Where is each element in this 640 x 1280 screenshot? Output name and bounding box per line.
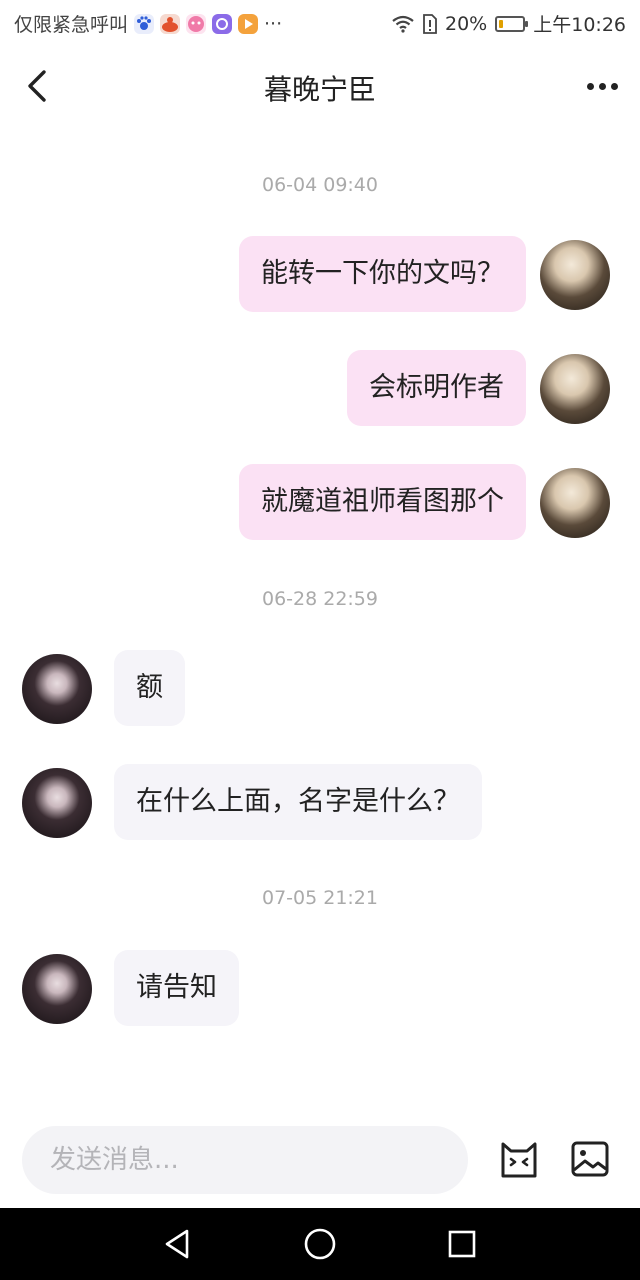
timestamp: 06-04 09:40 [261,174,378,196]
nav-home-button[interactable] [302,1226,338,1262]
battery-icon [495,15,529,32]
message-row: 能转一下你的文吗？ [0,236,640,314]
notification-icons: ··· [134,13,282,35]
received-message-bubble[interactable]: 请告知 [114,950,239,1026]
message-row: 额 [0,650,640,728]
my-avatar[interactable] [540,354,610,424]
square-recents-icon [448,1230,476,1258]
sent-message-bubble[interactable]: 能转一下你的文吗？ [239,236,526,312]
battery-percent: 20% [445,12,488,35]
sim-alert-icon [423,13,437,34]
more-dot [610,82,618,90]
baidu-icon [134,13,155,34]
contact-avatar[interactable] [22,954,92,1024]
timestamp: 07-05 21:21 [261,887,378,909]
my-avatar[interactable] [540,468,610,538]
my-avatar[interactable] [540,240,610,310]
sent-message-bubble[interactable]: 会标明作者 [347,350,526,426]
triangle-back-icon [165,1229,189,1259]
overflow-dots: ··· [264,12,283,35]
status-right: 20% 上午10:26 [391,10,626,37]
app-pink-icon [186,13,207,34]
message-row: 请告知 [0,950,640,1028]
sent-message-bubble[interactable]: 就魔道祖师看图那个 [239,464,526,540]
more-options-button[interactable] [582,68,622,104]
contact-avatar[interactable] [22,654,92,724]
message-input[interactable]: 发送消息... [22,1126,468,1194]
nav-recents-button[interactable] [444,1226,480,1262]
image-icon [571,1141,609,1177]
circle-home-icon [304,1228,336,1260]
app-purple-icon [212,13,233,34]
more-dot [598,82,606,90]
wifi-icon [392,15,414,33]
timestamp: 06-28 22:59 [261,588,378,610]
status-left: 仅限紧急呼叫 ··· [14,10,282,37]
received-message-bubble[interactable]: 额 [114,650,185,726]
cat-face-icon [501,1142,537,1178]
carrier-text: 仅限紧急呼叫 [14,14,129,36]
more-dot [586,82,594,90]
app-red-icon [160,13,181,34]
received-message-bubble[interactable]: 在什么上面，名字是什么？ [114,764,482,840]
message-row: 会标明作者 [0,350,640,428]
page-title: 暮晚宁臣 [263,73,376,106]
system-nav-bar [0,1208,640,1280]
image-button[interactable] [570,1140,610,1178]
input-bar: 发送消息... [0,1110,640,1208]
app-orange-icon [238,13,259,34]
nav-back-button[interactable] [160,1226,196,1262]
message-row: 就魔道祖师看图那个 [0,464,640,542]
message-row: 在什么上面，名字是什么？ [0,764,640,842]
chat-header: 暮晚宁臣 [0,44,640,128]
emoji-button[interactable] [498,1138,540,1180]
battery-level [499,19,504,28]
contact-avatar[interactable] [22,768,92,838]
clock: 上午10:26 [533,14,626,36]
status-bar: 仅限紧急呼叫 ··· 20% 上午10:26 [0,0,640,44]
